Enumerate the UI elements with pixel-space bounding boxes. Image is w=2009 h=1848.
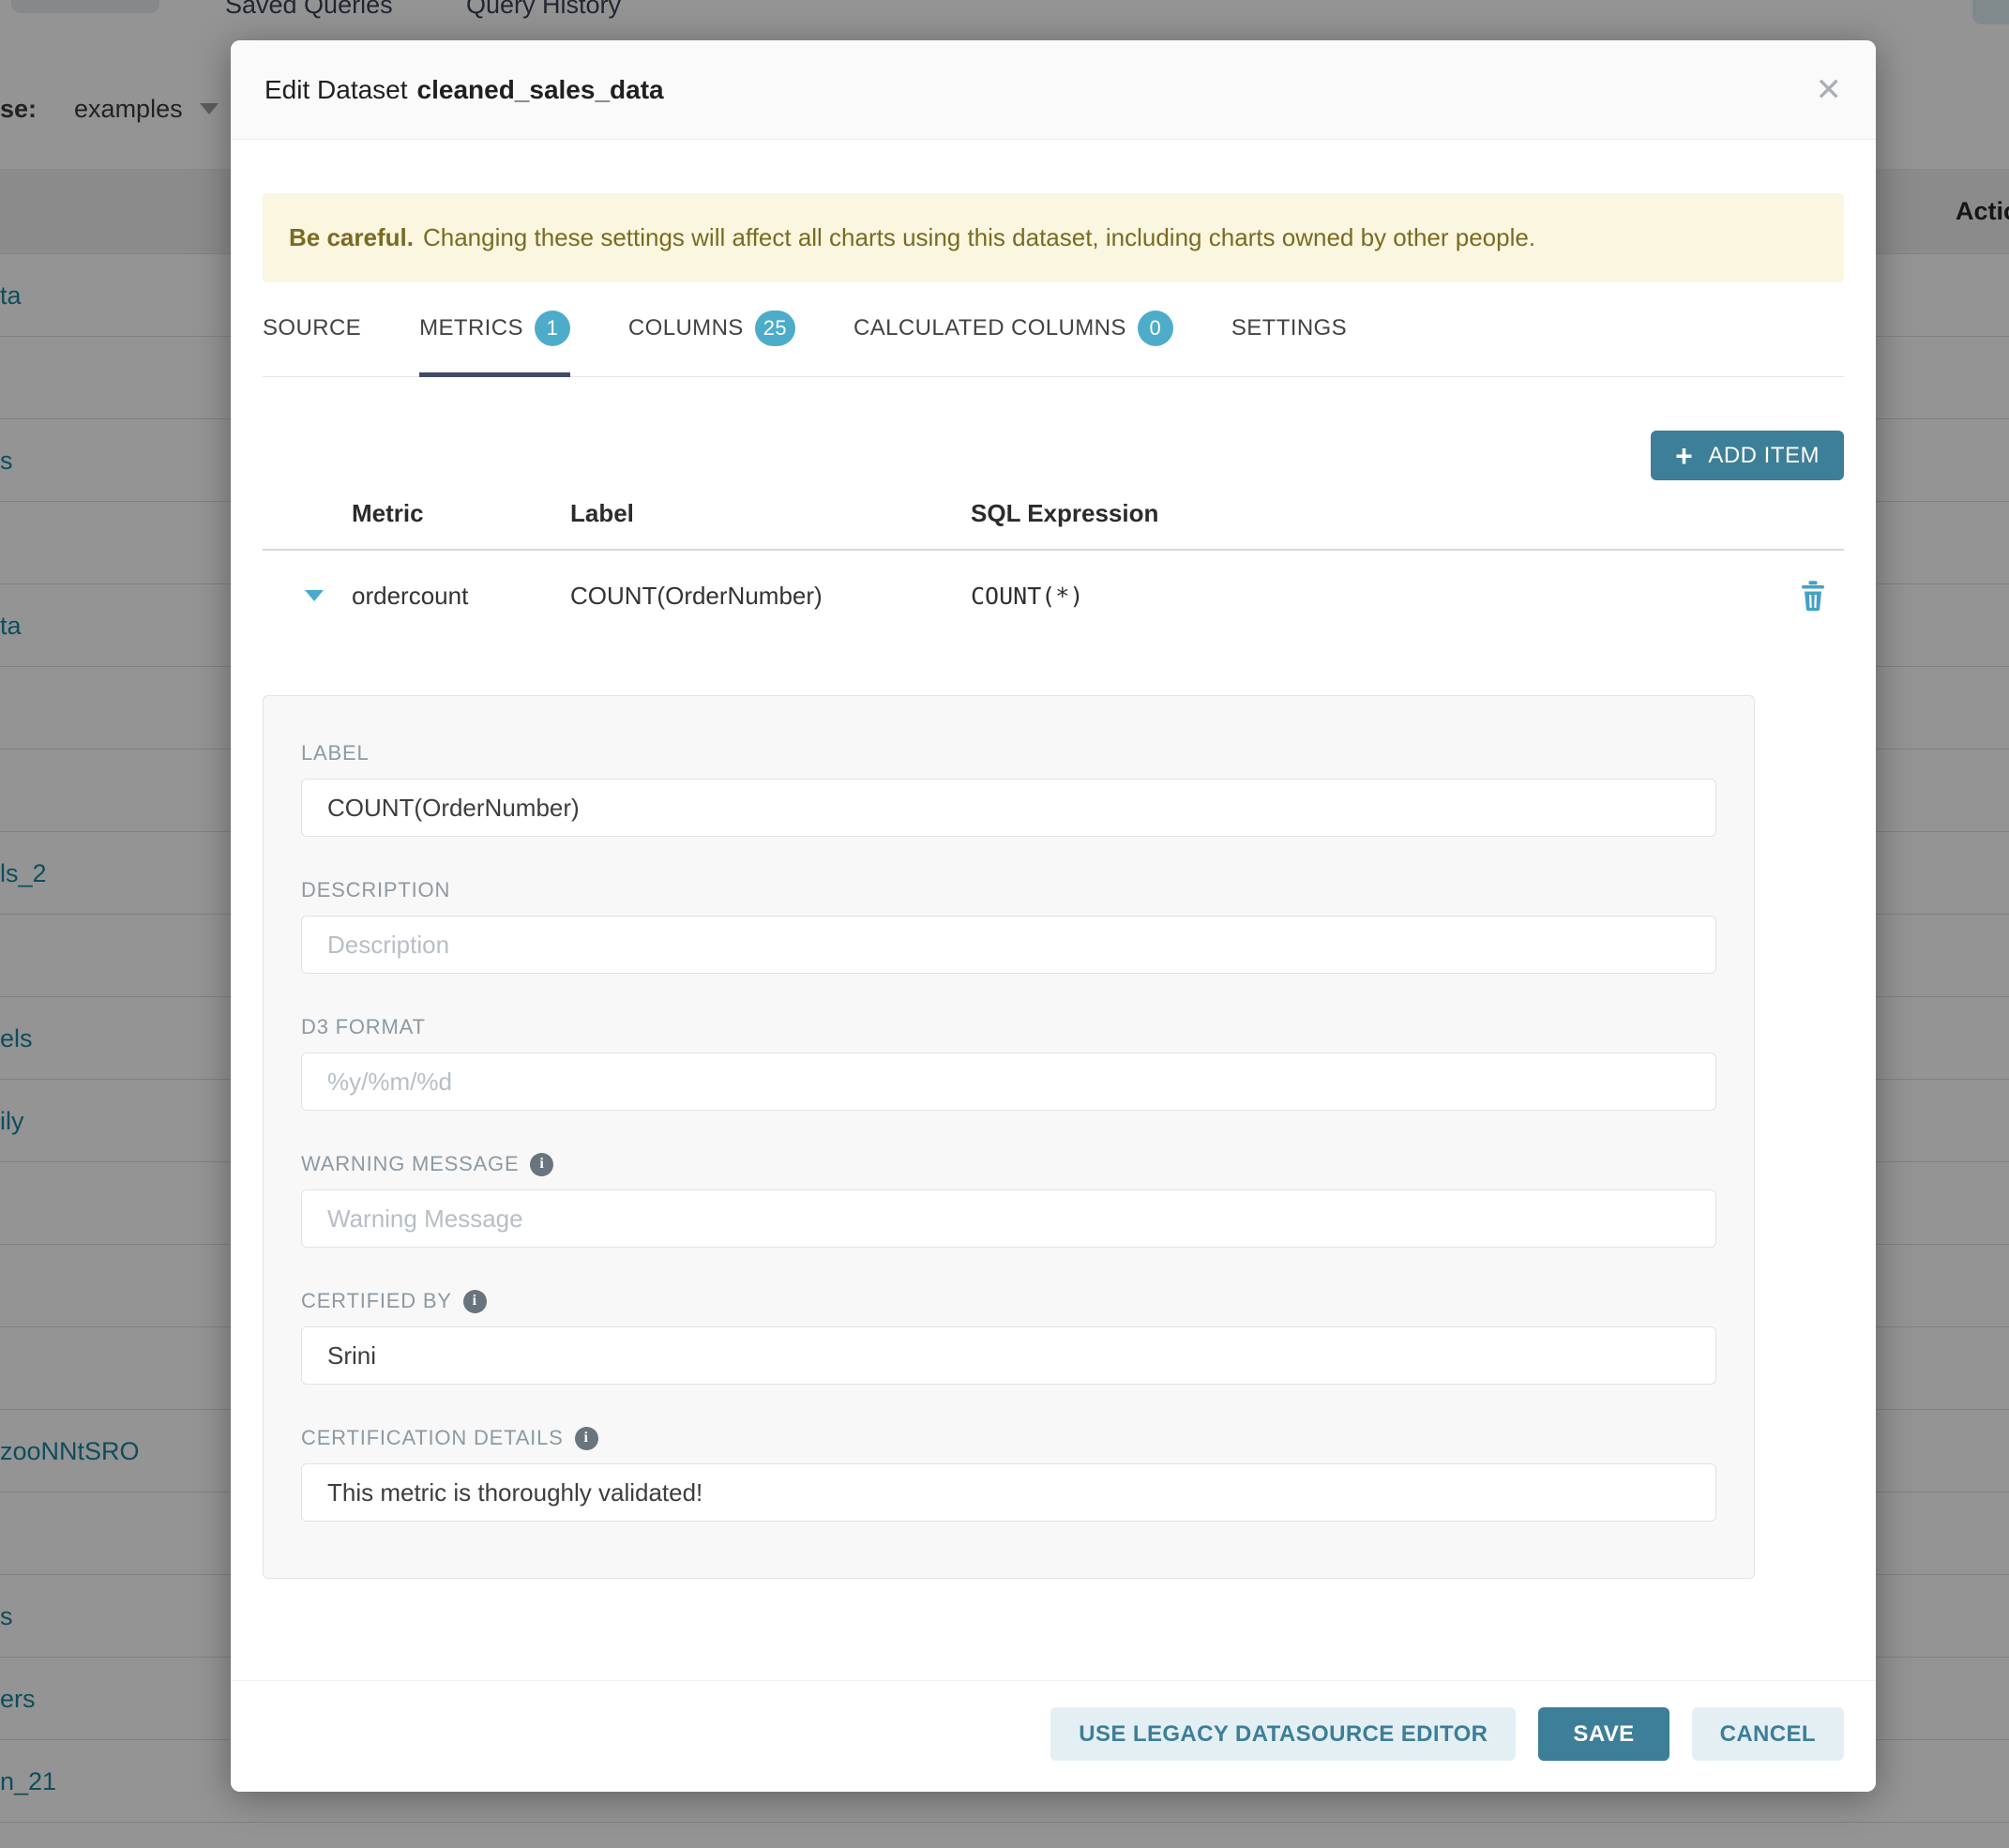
tab-count-badge: 25	[755, 311, 795, 346]
warning-message-label-text: WARNING MESSAGE	[301, 1152, 519, 1176]
certification-details-field-group: CERTIFICATION DETAILS i	[301, 1426, 1716, 1522]
certified-by-input[interactable]	[301, 1326, 1716, 1385]
tab-columns[interactable]: COLUMNS 25	[628, 311, 795, 376]
label-field-group: LABEL	[301, 741, 1716, 837]
tab-source[interactable]: SOURCE	[263, 311, 361, 376]
tab-count-badge: 0	[1138, 311, 1173, 346]
close-icon[interactable]: ✕	[1816, 74, 1843, 106]
use-legacy-datasource-editor-button[interactable]: USE LEGACY DATASOURCE EDITOR	[1050, 1707, 1516, 1761]
info-icon[interactable]: i	[530, 1153, 553, 1176]
description-field-group: DESCRIPTION	[301, 878, 1716, 974]
modal-title-dataset-name: cleaned_sales_data	[417, 75, 664, 104]
add-item-row: + ADD ITEM	[263, 431, 1844, 480]
save-button[interactable]: SAVE	[1538, 1707, 1669, 1761]
tab-calculated-columns[interactable]: CALCULATED COLUMNS 0	[853, 311, 1173, 376]
metric-label: COUNT(OrderNumber)	[570, 582, 971, 611]
warning-message-input[interactable]	[301, 1189, 1716, 1248]
modal-header: Edit Dataset cleaned_sales_data ✕	[231, 40, 1876, 140]
warning-banner-text: Changing these settings will affect all …	[423, 223, 1535, 252]
warning-banner-bold: Be careful.	[289, 223, 414, 252]
plus-icon: +	[1675, 441, 1693, 471]
certified-by-field-label: CERTIFIED BY i	[301, 1289, 1716, 1313]
edit-dataset-modal: Edit Dataset cleaned_sales_data ✕ Be care…	[231, 40, 1876, 1792]
metric-column-header: Metric	[352, 499, 570, 528]
tab-label: METRICS	[419, 315, 523, 341]
tab-count-badge: 1	[535, 311, 570, 346]
metric-sql-expression: COUNT(*)	[971, 583, 1778, 610]
collapse-caret-icon[interactable]	[305, 590, 324, 601]
metric-row: ordercount COUNT(OrderNumber) COUNT(*)	[263, 551, 1844, 641]
warning-message-field-group: WARNING MESSAGE i	[301, 1152, 1716, 1248]
d3-format-input[interactable]	[301, 1053, 1716, 1111]
label-input[interactable]	[301, 779, 1716, 837]
tab-label: COLUMNS	[628, 315, 744, 341]
modal-tabs: SOURCE METRICS 1 COLUMNS 25 CALCULATED COLUMN…	[263, 311, 1844, 377]
certified-by-label-text: CERTIFIED BY	[301, 1289, 452, 1313]
sql-expression-column-header: SQL Expression	[971, 499, 1778, 528]
info-icon[interactable]: i	[575, 1427, 598, 1450]
tab-label: CALCULATED COLUMNS	[853, 315, 1126, 341]
label-column-header: Label	[570, 499, 971, 528]
trash-icon[interactable]	[1799, 580, 1827, 612]
add-item-button[interactable]: + ADD ITEM	[1651, 431, 1844, 480]
modal-footer: USE LEGACY DATASOURCE EDITOR SAVE CANCEL	[231, 1680, 1876, 1792]
certification-details-field-label: CERTIFICATION DETAILS i	[301, 1426, 1716, 1450]
metric-detail-panel: LABEL DESCRIPTION D3 FORMAT WARNING MESS…	[263, 695, 1755, 1579]
metric-name: ordercount	[352, 582, 570, 611]
certification-details-input[interactable]	[301, 1463, 1716, 1522]
modal-title: Edit Dataset cleaned_sales_data	[264, 75, 664, 105]
certification-details-label-text: CERTIFICATION DETAILS	[301, 1426, 564, 1450]
tab-label: SOURCE	[263, 315, 361, 341]
warning-message-field-label: WARNING MESSAGE i	[301, 1152, 1716, 1176]
screen: Datasets Saved Queries Query History se:…	[0, 0, 2009, 1848]
add-item-label: ADD ITEM	[1708, 443, 1820, 469]
d3-format-field-label: D3 FORMAT	[301, 1015, 1716, 1039]
metrics-table-header: Metric Label SQL Expression	[263, 499, 1844, 528]
info-icon[interactable]: i	[463, 1290, 487, 1313]
description-input[interactable]	[301, 916, 1716, 974]
warning-banner: Be careful. Changing these settings will…	[263, 193, 1844, 282]
tab-metrics[interactable]: METRICS 1	[419, 311, 570, 376]
modal-title-prefix: Edit Dataset	[264, 75, 408, 104]
d3-format-field-group: D3 FORMAT	[301, 1015, 1716, 1111]
modal-body: Be careful. Changing these settings will…	[231, 193, 1876, 1579]
tab-settings[interactable]: SETTINGS	[1231, 311, 1347, 376]
certified-by-field-group: CERTIFIED BY i	[301, 1289, 1716, 1385]
cancel-button[interactable]: CANCEL	[1692, 1707, 1844, 1761]
description-field-label: DESCRIPTION	[301, 878, 1716, 902]
tab-label: SETTINGS	[1231, 315, 1347, 341]
label-field-label: LABEL	[301, 741, 1716, 765]
